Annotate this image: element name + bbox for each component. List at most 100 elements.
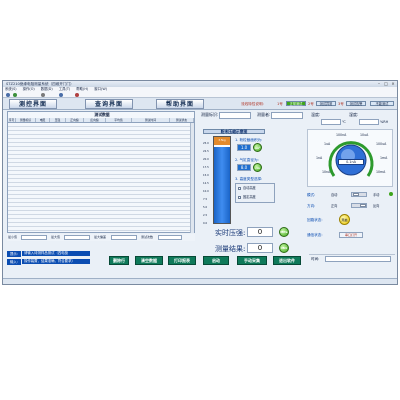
temperature-input[interactable] — [321, 119, 341, 125]
time-value — [325, 256, 391, 262]
grid-scrollbar[interactable] — [190, 123, 194, 233]
mode-switch[interactable] — [351, 192, 367, 197]
bar-tick-label: 7.5 — [203, 198, 208, 201]
mode-label: 模式: — [307, 193, 316, 197]
bar-title: 粉末压缩示意图 — [220, 129, 248, 134]
badge-abnormal: 测试异常 — [316, 101, 336, 106]
pressure-value: 0 — [247, 227, 273, 237]
loop-toggle-button[interactable]: 开启 — [339, 214, 350, 225]
badge-normal: 正常测试 — [286, 101, 306, 106]
print-report-button[interactable]: 打印报表 — [168, 256, 196, 265]
range-1nA[interactable]: 1nA — [316, 156, 322, 160]
col-time[interactable]: 测试时间 — [132, 118, 170, 122]
tab-help[interactable]: 帮助界面 — [156, 99, 204, 109]
loop-status-label: 回路状态: — [307, 218, 323, 222]
stat-max-value — [64, 235, 90, 240]
params-panel: 1. 粉粒截面积为: 1.0 cm² 2. 气缸直径为: 8.0 cm 3. 高… — [235, 136, 301, 224]
param-diameter-value[interactable]: 8.0 — [237, 164, 251, 171]
result-unit-button[interactable]: MΩ — [279, 243, 289, 253]
fixed-height-checkbox[interactable] — [238, 196, 241, 199]
manual-sample-button[interactable]: 手动采集 — [237, 256, 267, 265]
humidity-label: 湿度: — [349, 112, 359, 117]
info-line-1: 请输入待测样品测试（四电极 — [22, 251, 90, 256]
time-row: 时间: — [309, 254, 395, 262]
pressure-bar: 3.5kg — [213, 136, 231, 224]
range-10mA[interactable]: 10mA — [376, 170, 385, 174]
bar-tick-label: 0.0 — [203, 222, 208, 225]
switch-panel: 模式: 自动 手动 方向: 正向 反向 回路状态: 开启 通信状态: 串口打开 — [303, 189, 395, 259]
bar-tick-label: 12.5 — [203, 182, 209, 185]
mode-auto-label: 自动 — [331, 193, 338, 197]
bar-tick-label: 22.5 — [203, 150, 209, 153]
new-icon[interactable] — [6, 93, 10, 97]
info-tag-input: 输入: — [7, 259, 21, 265]
param-area-unit[interactable]: cm² — [253, 143, 262, 152]
auto-height-label: 自动高度 — [243, 186, 256, 190]
direction-switch[interactable] — [351, 203, 367, 208]
col-status[interactable]: 测试状态 — [170, 118, 194, 122]
print-icon[interactable] — [59, 93, 63, 97]
col-reverse[interactable]: 反向偏 — [84, 118, 106, 122]
col-sample[interactable]: 测量标识 — [16, 118, 36, 122]
pressure-unit-button[interactable]: MPa — [279, 227, 289, 237]
grid-title: 测试数据 — [94, 112, 110, 117]
stop-icon[interactable] — [75, 93, 79, 97]
direction-forward-label: 正向 — [331, 204, 338, 208]
exit-button[interactable]: 退出软件 — [273, 256, 301, 265]
bar-tick-label: 5.0 — [203, 206, 208, 209]
operator-input[interactable] — [271, 112, 303, 119]
param-diameter-label: 2. 气缸直径为: — [235, 158, 259, 162]
bar-tick-label: 25.0 — [203, 142, 209, 145]
pressure-label: 实时压强: — [215, 229, 246, 237]
col-average[interactable]: 平均值 — [106, 118, 132, 122]
fixed-height-label: 固定高度 — [243, 195, 256, 199]
param-diameter-unit[interactable]: cm — [253, 163, 262, 172]
param-height-label: 3. 高度类型选择: — [235, 177, 263, 181]
stat-min-value — [21, 235, 47, 240]
badge-1-label: 1号 — [277, 102, 283, 106]
mode-led — [389, 192, 393, 196]
pressure-bar-fill — [214, 147, 230, 223]
tab-measure[interactable]: 测控界面 — [9, 99, 57, 109]
col-index[interactable]: 序号 — [8, 118, 16, 122]
direction-label: 方向: — [307, 204, 316, 208]
param-area-value[interactable]: 1.0 — [237, 144, 251, 151]
col-forward[interactable]: 正向偏 — [66, 118, 84, 122]
clear-data-button[interactable]: 清空数据 — [135, 256, 163, 265]
info-tag: 提示: — [7, 251, 21, 257]
badge-3-label: 3号 — [338, 102, 344, 106]
sample-id-input[interactable] — [219, 112, 251, 119]
badge-alarm: 测试告警 — [346, 101, 366, 106]
col-pressure[interactable]: 压强 — [50, 118, 66, 122]
bar-tick-label: 15.0 — [203, 174, 209, 177]
minimize-button[interactable]: – — [376, 81, 382, 86]
temperature-label: 温度: — [311, 112, 321, 117]
result-value: 0 — [247, 243, 273, 253]
auto-height-checkbox[interactable] — [238, 187, 241, 190]
start-button[interactable]: 启动 — [203, 256, 229, 265]
range-knob-panel: 100nA 10uA 1uA 100uA 1nA 1mA 10nA 10mA 0… — [307, 129, 393, 187]
param-area-label: 1. 粉粒截面积为: — [235, 138, 263, 142]
delete-row-button[interactable]: 删除行 — [109, 256, 129, 265]
col-resistance[interactable]: 电阻 — [36, 118, 50, 122]
color-legend-label: 流线特性说明: — [241, 102, 264, 106]
stats-row: 最小值 最大值 最大偏差 测试次数 — [7, 234, 195, 241]
close-button[interactable]: × — [390, 81, 396, 86]
bar-tick-label: 2.5 — [203, 214, 208, 217]
temperature-unit: ℃ — [342, 120, 346, 124]
save-icon[interactable] — [41, 93, 45, 97]
nav-row: 测控界面 查询界面 帮助界面 流线特性说明: 1号 正常测试 2号 测试异常 3… — [3, 98, 397, 110]
table-row[interactable] — [8, 227, 194, 231]
humidity-input[interactable] — [359, 119, 379, 125]
tab-query[interactable]: 查询界面 — [85, 99, 133, 109]
stat-deviation-label: 最大偏差 — [94, 235, 107, 239]
badge-cannot-test: 不能测试 — [370, 101, 394, 106]
range-100uA[interactable]: 100uA — [376, 142, 386, 146]
bar-tick-label: 17.5 — [203, 166, 209, 169]
maximize-button[interactable]: □ — [383, 81, 389, 86]
range-1mA[interactable]: 1mA — [380, 156, 387, 160]
info-line-2: 操作装置，结果准确，符合要求） — [22, 259, 90, 264]
bar-title-box: 粉末压缩示意图 — [203, 129, 265, 134]
humidity-unit: %RH — [380, 120, 389, 124]
open-icon[interactable] — [13, 93, 17, 97]
